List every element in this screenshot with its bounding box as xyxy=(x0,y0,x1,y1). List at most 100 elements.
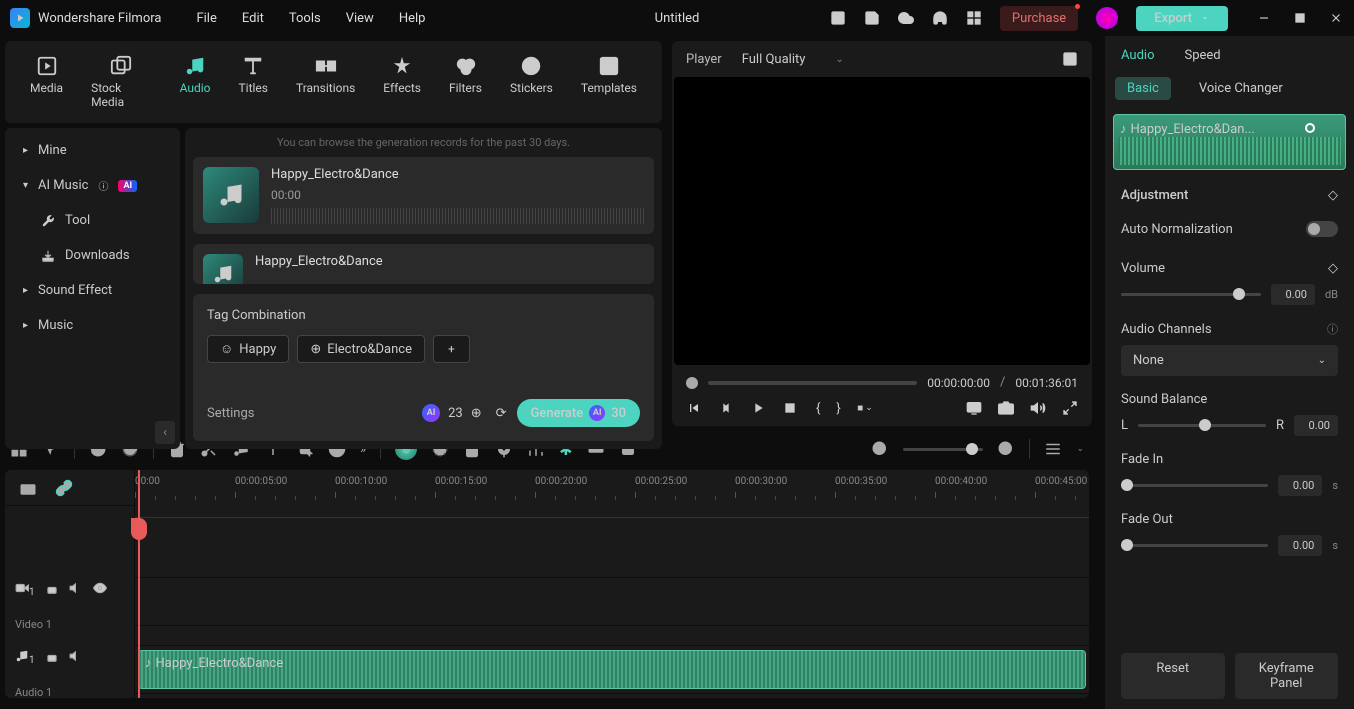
menu-file[interactable]: File xyxy=(196,11,216,26)
tab-stickers[interactable]: Stickers xyxy=(500,49,563,115)
player-viewport[interactable] xyxy=(674,77,1090,365)
fadein-value[interactable]: 0.00 xyxy=(1278,475,1322,496)
sidebar-item-aimusic[interactable]: ▾AI MusicⓘAI xyxy=(5,168,180,203)
generate-button[interactable]: Generate AI 30 xyxy=(517,399,640,427)
display-icon[interactable] xyxy=(966,400,982,416)
generation-hint: You can browse the generation records fo… xyxy=(193,136,654,149)
menu-help[interactable]: Help xyxy=(399,11,426,26)
link-tracks-icon[interactable] xyxy=(55,479,73,497)
refresh-icon[interactable]: ⟳ xyxy=(496,406,507,421)
auto-norm-toggle[interactable] xyxy=(1306,221,1338,237)
fadeout-value[interactable]: 0.00 xyxy=(1278,535,1322,556)
export-button[interactable]: Export xyxy=(1136,6,1228,31)
sidebar-item-soundeffect[interactable]: ▸Sound Effect xyxy=(5,273,180,308)
keyframe-diamond-icon[interactable]: ◇ xyxy=(1328,261,1338,276)
play-pause-icon[interactable] xyxy=(718,400,734,416)
tab-stock[interactable]: Stock Media xyxy=(81,49,162,115)
stop-icon[interactable] xyxy=(782,400,798,416)
lock-icon[interactable] xyxy=(45,649,59,667)
mute-icon[interactable] xyxy=(69,649,83,667)
fadein-slider[interactable] xyxy=(1121,484,1268,487)
tab-titles[interactable]: Titles xyxy=(228,49,277,115)
lock-tracks-icon[interactable] xyxy=(19,479,37,497)
total-time: 00:01:36:01 xyxy=(1015,376,1078,390)
fadeout-slider[interactable] xyxy=(1121,544,1268,547)
audio-track[interactable]: ♪Happy_Electro&Dance xyxy=(135,646,1089,694)
keyframe-panel-button[interactable]: Keyframe Panel xyxy=(1235,653,1339,699)
tab-audio[interactable]: Audio xyxy=(170,49,221,115)
headphones-icon[interactable] xyxy=(932,10,948,26)
sidebar-item-mine[interactable]: ▸Mine xyxy=(5,133,180,168)
fadeout-label: Fade Out xyxy=(1121,512,1173,527)
selected-clip-preview[interactable]: ♪Happy_Electro&Dan... xyxy=(1113,114,1346,170)
lock-icon[interactable] xyxy=(45,581,59,599)
audio-clip[interactable]: ♪Happy_Electro&Dance xyxy=(138,650,1086,689)
tab-filters[interactable]: Filters xyxy=(439,49,492,115)
add-credit-icon[interactable]: ⊕ xyxy=(471,406,482,421)
ratio-icon[interactable]: ⌄ xyxy=(857,400,873,416)
reset-button[interactable]: Reset xyxy=(1121,653,1225,699)
sidebar-item-downloads[interactable]: Downloads xyxy=(5,238,180,273)
mark-out-icon[interactable]: } xyxy=(836,401,840,416)
tab-transitions[interactable]: Transitions xyxy=(286,49,365,115)
music-item[interactable]: Happy_Electro&Dance xyxy=(193,244,654,284)
snapshot-icon[interactable] xyxy=(1062,51,1078,67)
tab-audio-props[interactable]: Audio xyxy=(1121,48,1154,63)
zoom-in-icon[interactable] xyxy=(997,440,1015,458)
apps-icon[interactable] xyxy=(966,10,982,26)
subtab-basic[interactable]: Basic xyxy=(1115,77,1171,100)
avatar[interactable] xyxy=(1096,7,1118,29)
menu-tools[interactable]: Tools xyxy=(289,11,321,26)
mark-in-icon[interactable]: { xyxy=(816,401,820,416)
zoom-slider[interactable] xyxy=(903,448,983,451)
cloud-icon[interactable] xyxy=(898,10,914,26)
tab-media[interactable]: Media xyxy=(20,49,73,115)
tab-templates[interactable]: Templates xyxy=(571,49,647,115)
camera-icon[interactable] xyxy=(998,400,1014,416)
mute-icon[interactable] xyxy=(69,581,83,599)
volume-value[interactable]: 0.00 xyxy=(1271,284,1315,305)
channels-dropdown[interactable]: None⌄ xyxy=(1121,345,1338,376)
tag-add-button[interactable]: + xyxy=(433,335,470,363)
view-mode-icon[interactable] xyxy=(1044,440,1062,458)
settings-button[interactable]: Settings xyxy=(207,406,254,421)
quality-dropdown[interactable]: Full Quality⌄ xyxy=(742,52,844,67)
tab-effects[interactable]: Effects xyxy=(373,49,431,115)
playhead[interactable] xyxy=(138,470,140,698)
volume-icon[interactable] xyxy=(1030,400,1046,416)
tab-speed-props[interactable]: Speed xyxy=(1184,48,1220,63)
zoom-out-icon[interactable] xyxy=(871,440,889,458)
save-icon[interactable] xyxy=(864,10,880,26)
player-scrubber[interactable]: 00:00:00:00 / 00:01:36:01 xyxy=(672,365,1092,400)
timeline-ruler[interactable]: 00:0000:00:05:0000:00:10:0000:00:15:0000… xyxy=(135,470,1089,518)
close-icon[interactable] xyxy=(1328,10,1344,26)
sidebar-collapse-button[interactable]: ‹ xyxy=(155,421,175,444)
balance-value[interactable]: 0.00 xyxy=(1294,415,1338,436)
video-track[interactable] xyxy=(135,578,1089,626)
tag-electro[interactable]: ⊕Electro&Dance xyxy=(297,335,425,363)
menu-edit[interactable]: Edit xyxy=(242,11,264,26)
prev-frame-icon[interactable] xyxy=(686,400,702,416)
maximize-icon[interactable] xyxy=(1292,10,1308,26)
keyframe-diamond-icon[interactable]: ◇ xyxy=(1328,188,1338,203)
tag-happy[interactable]: ☺Happy xyxy=(207,335,289,363)
fullscreen-icon[interactable] xyxy=(1062,400,1078,416)
titlebar: Wondershare Filmora File Edit Tools View… xyxy=(0,0,1354,36)
audio-track-icon[interactable]: 1 xyxy=(15,649,35,667)
layout-icon[interactable] xyxy=(830,10,846,26)
eye-icon[interactable] xyxy=(93,581,107,599)
menu-view[interactable]: View xyxy=(346,11,374,26)
video-track-icon[interactable]: 1 xyxy=(15,581,35,599)
purchase-button[interactable]: Purchase xyxy=(1000,6,1078,31)
balance-slider[interactable] xyxy=(1138,424,1266,427)
music-note-icon: ♪ xyxy=(1120,121,1127,137)
sidebar-item-tool[interactable]: Tool xyxy=(5,203,180,238)
sidebar-item-music[interactable]: ▸Music xyxy=(5,308,180,343)
subtab-voice-changer[interactable]: Voice Changer xyxy=(1187,77,1295,100)
document-title: Untitled xyxy=(655,11,700,26)
media-panel: Media Stock Media Audio Titles Transitio… xyxy=(0,36,667,431)
play-icon[interactable] xyxy=(750,400,766,416)
volume-slider[interactable] xyxy=(1121,293,1261,296)
minimize-icon[interactable] xyxy=(1256,10,1272,26)
music-item[interactable]: Happy_Electro&Dance 00:00 xyxy=(193,157,654,234)
